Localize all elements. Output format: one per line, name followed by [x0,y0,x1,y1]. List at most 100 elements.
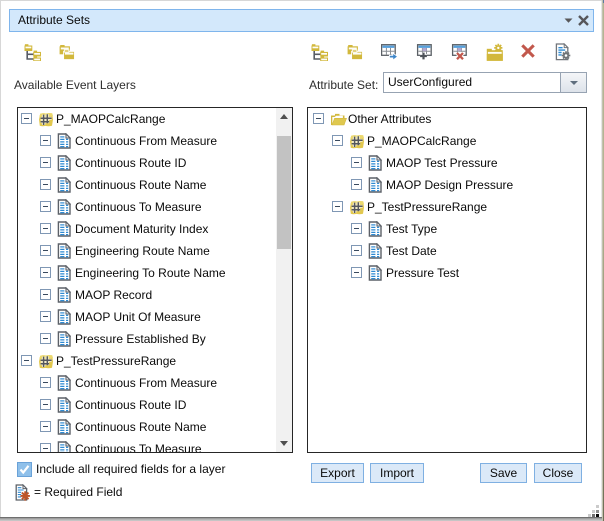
available-layer-item[interactable]: Engineering To Route Name [18,262,276,284]
attribute-set-item[interactable]: Test Date [310,240,586,262]
available-layer-item[interactable]: Continuous To Measure [18,196,276,218]
doc-icon [57,177,73,193]
available-layer-item[interactable]: Continuous From Measure [18,372,276,394]
tree-item-label: Continuous To Measure [75,196,202,218]
titlebar-caret-button[interactable] [560,10,576,31]
available-layer-item[interactable]: Pressure Established By [18,328,276,350]
collapse-minus-box[interactable] [40,179,51,190]
required-field-legend: = Required Field [15,484,122,501]
attribute-set-item[interactable]: P_MAOPCalcRange [310,130,586,152]
new-attribute-set-tree-button[interactable] [24,43,41,60]
available-layer-item[interactable]: Engineering Route Name [18,240,276,262]
save-button[interactable]: Save [480,463,527,483]
combobox-dropdown-button[interactable] [560,73,586,92]
collapse-minus-box[interactable] [40,267,51,278]
available-layer-item[interactable]: Continuous Route ID [18,152,276,174]
collapse-minus-box[interactable] [40,201,51,212]
collapse-minus-box[interactable] [332,135,343,146]
attribute-set-item[interactable]: MAOP Design Pressure [310,174,586,196]
available-layer-item[interactable]: MAOP Record [18,284,276,306]
available-layer-item[interactable]: Continuous Route ID [18,394,276,416]
collapse-minus-box[interactable] [40,421,51,432]
close-button[interactable]: Close [534,463,582,483]
doc-icon [57,397,73,413]
collapse-minus-box[interactable] [40,157,51,168]
attribute-set-item[interactable]: Pressure Test [310,262,586,284]
tree-item-label: Pressure Test [386,262,459,284]
doc-icon [57,419,73,435]
layer-tree-button[interactable] [311,43,328,60]
available-layer-item[interactable]: Continuous From Measure [18,130,276,152]
doc-icon [368,265,384,281]
collapse-minus-box[interactable] [351,245,362,256]
available-layer-item[interactable]: P_TestPressureRange [18,350,276,372]
dialog-titlebar[interactable]: Attribute Sets [9,9,594,32]
folders-button[interactable] [346,43,363,60]
attribute-set-combobox[interactable]: UserConfigured [383,72,587,93]
event-icon [349,134,365,150]
available-layer-item[interactable]: Continuous Route Name [18,416,276,438]
collapse-minus-box[interactable] [40,289,51,300]
doc-icon [368,221,384,237]
available-layer-item[interactable]: Document Maturity Index [18,218,276,240]
collapse-minus-box[interactable] [40,311,51,322]
attribute-set-item[interactable]: P_TestPressureRange [310,196,586,218]
collapse-minus-box[interactable] [40,399,51,410]
required-field-label: = Required Field [34,484,122,501]
available-layer-item[interactable]: Continuous Route Name [18,174,276,196]
scroll-up-button[interactable] [276,108,292,125]
collapse-minus-box[interactable] [351,223,362,234]
minus-icon [43,250,48,251]
minus-icon [43,448,48,449]
tree-item-label: MAOP Test Pressure [386,152,498,174]
resize-grip[interactable] [586,503,600,518]
folder-new-set-button[interactable] [486,43,503,60]
window-border-top [0,0,604,1]
available-layer-item[interactable]: Continuous To Measure [18,438,276,453]
collapse-minus-box[interactable] [40,223,51,234]
collapse-minus-box[interactable] [21,113,32,124]
available-layer-item[interactable]: P_MAOPCalcRange [18,108,276,130]
tree-item-label: Pressure Established By [75,328,206,350]
scrollbar-thumb[interactable] [277,136,291,249]
attribute-set-item[interactable]: Test Type [310,218,586,240]
table-x-icon [451,43,468,60]
table-export-button[interactable] [381,43,398,60]
table-add-button[interactable] [416,43,433,60]
delete-button[interactable] [520,43,537,60]
tree-item-label: Continuous Route ID [75,394,186,416]
minus-icon [43,294,48,295]
open-folders-button[interactable] [58,43,75,60]
tree-item-label: Continuous To Measure [75,438,202,453]
collapse-minus-box[interactable] [40,333,51,344]
import-button[interactable]: Import [370,463,424,483]
collapse-minus-box[interactable] [313,113,324,124]
delete-x-icon [520,43,537,59]
collapse-minus-box[interactable] [351,267,362,278]
document-settings-button[interactable] [554,43,571,60]
folders-icon [58,43,75,60]
collapse-minus-box[interactable] [40,377,51,388]
doc-icon [57,221,73,237]
export-button[interactable]: Export [311,463,364,483]
collapse-minus-box[interactable] [21,355,32,366]
window-border-left [0,1,1,517]
attribute-set-item[interactable]: MAOP Test Pressure [310,152,586,174]
available-layer-item[interactable]: MAOP Unit Of Measure [18,306,276,328]
include-required-fields-checkbox[interactable] [17,462,32,477]
collapse-minus-box[interactable] [40,443,51,453]
scroll-down-button[interactable] [276,435,292,452]
minus-icon [354,162,359,163]
attribute-set-item[interactable]: Other Attributes [310,108,586,130]
collapse-minus-box[interactable] [332,201,343,212]
collapse-minus-box[interactable] [351,179,362,190]
tree-item-label: Document Maturity Index [75,218,208,240]
collapse-minus-box[interactable] [40,135,51,146]
collapse-minus-box[interactable] [351,157,362,168]
minus-icon [43,162,48,163]
vertical-scrollbar[interactable] [276,108,292,452]
layer-tree-icon [311,43,328,61]
titlebar-close-button[interactable] [575,10,591,31]
collapse-minus-box[interactable] [40,245,51,256]
table-remove-button[interactable] [451,43,468,60]
